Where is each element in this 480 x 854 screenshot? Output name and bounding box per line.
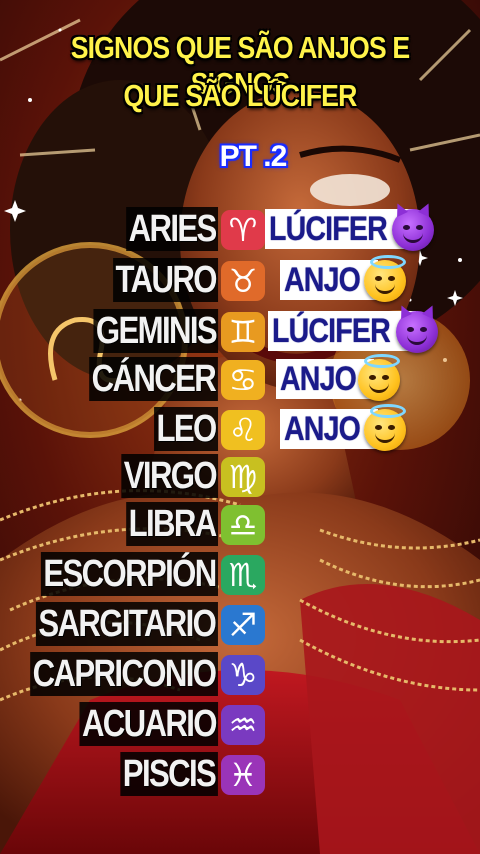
sign-row: TAURO ♉ ANJO [0,255,480,306]
sign-name: GEMINIS [92,309,218,353]
zodiac-symbol-icon: ♌ [221,410,265,450]
answer-text: ANJO [280,360,357,398]
sign-name: LEO [153,407,218,451]
sign-row: CÁNCER ♋ ANJO [0,354,480,405]
sign-row: ACUARIO ♒ [0,700,480,750]
zodiac-symbol-icon: ♎ [221,505,265,545]
sign-row: CAPRICONIO ♑ [0,650,480,700]
angel-emoji-icon [364,255,406,302]
sign-row: LEO ♌ ANJO [0,404,480,455]
angel-emoji-icon [358,354,400,401]
answer-text: LÚCIFER [272,312,391,350]
part-label: PT .2 [219,140,288,173]
sign-name: ARIES [126,207,218,251]
zodiac-symbol-icon: ♈ [221,210,265,250]
sign-name: TAURO [112,258,218,302]
sign-name: SARGITARIO [36,602,218,646]
sign-row: GEMINIS ♊ LÚCIFER [0,303,480,357]
answer-text: ANJO [284,410,361,448]
sign-name: LIBRA [126,502,218,546]
sign-name: ACUARIO [79,702,218,746]
zodiac-symbol-icon: ♐ [221,605,265,645]
sign-row: VIRGO ♍ [0,452,480,502]
zodiac-symbol-icon: ♓ [221,755,265,795]
sign-name: CAPRICONIO [30,652,218,696]
zodiac-symbol-icon: ♏ [221,555,265,595]
sign-row: LIBRA ♎ [0,500,480,550]
sign-name: VIRGO [120,454,218,498]
zodiac-symbol-icon: ♒ [221,705,265,745]
zodiac-symbol-icon: ♉ [221,261,265,301]
sign-row: ESCORPIÓN ♏ [0,550,480,600]
sign-name: CÁNCER [89,357,218,401]
zodiac-symbol-icon: ♍ [221,457,265,497]
devil-emoji-icon [396,303,438,353]
title-line-2: QUE SÃO LÚCIFER [123,78,358,113]
sign-row: ARIES ♈ LÚCIFER [0,201,480,255]
angel-emoji-icon [364,404,406,451]
answer-label: LÚCIFER [268,311,417,351]
zodiac-symbol-icon: ♋ [221,360,265,400]
sign-row: SARGITARIO ♐ [0,600,480,650]
devil-emoji-icon [392,201,434,251]
zodiac-symbol-icon: ♑ [221,655,265,695]
zodiac-symbol-icon: ♊ [221,312,265,352]
sign-name: PISCIS [120,752,218,796]
answer-text: ANJO [284,261,361,299]
answer-text: LÚCIFER [269,210,388,248]
sign-row: PISCIS ♓ [0,750,480,800]
sign-name: ESCORPIÓN [40,552,218,596]
